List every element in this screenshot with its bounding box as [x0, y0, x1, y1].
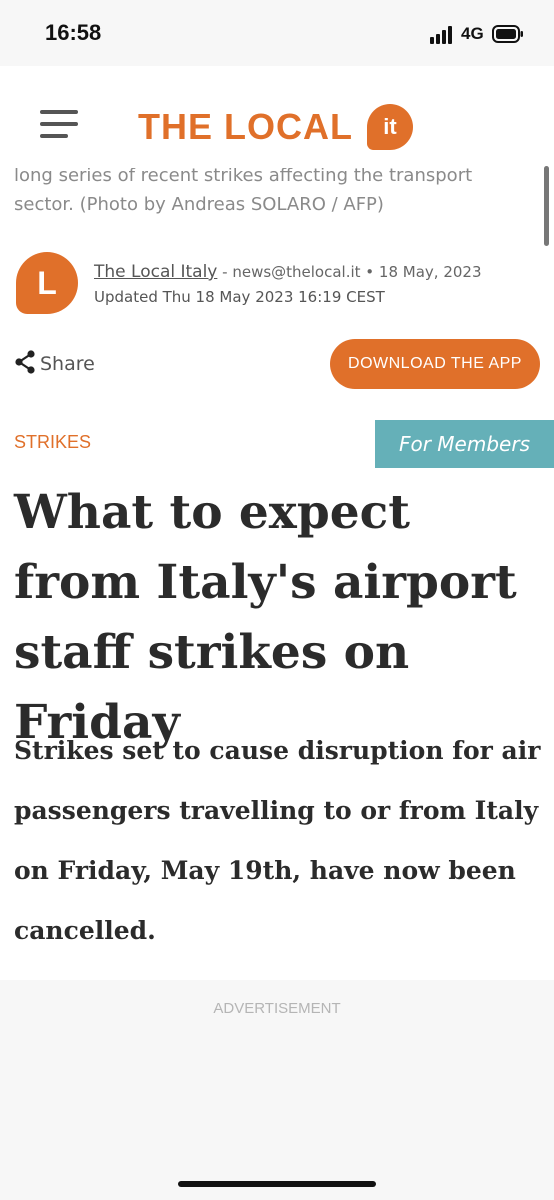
status-bar: 16:58 4G — [0, 0, 554, 66]
signal-icon — [430, 26, 456, 44]
logo-text: THE LOCAL — [138, 106, 353, 147]
updated-timestamp: Updated Thu 18 May 2023 16:19 CEST — [94, 288, 385, 306]
date-separator: • — [360, 263, 379, 281]
author-name-link[interactable]: The Local Italy — [94, 262, 217, 282]
photo-caption: long series of recent strikes affecting … — [14, 168, 534, 234]
share-button[interactable]: Share — [14, 350, 95, 378]
scroll-indicator[interactable] — [544, 166, 549, 246]
network-label: 4G — [461, 24, 484, 43]
article-standfirst: Strikes set to cause disruption for air … — [14, 736, 541, 945]
site-logo[interactable]: THE LOCAL it — [138, 102, 413, 152]
caption-line-2: sector. (Photo by Andreas SOLARO / AFP) — [14, 194, 384, 215]
author-avatar[interactable]: L — [16, 252, 78, 314]
download-app-button[interactable]: DOWNLOAD THE APP — [330, 339, 540, 389]
home-indicator[interactable] — [178, 1181, 376, 1187]
advertisement-label: ADVERTISEMENT — [213, 1000, 341, 1017]
share-label: Share — [40, 353, 95, 375]
status-time: 16:58 — [45, 20, 102, 45]
menu-button[interactable] — [40, 110, 78, 138]
battery-icon — [492, 24, 523, 44]
author-email[interactable]: news@thelocal.it — [232, 263, 360, 281]
article-headline: What to expect from Italy's airport staf… — [14, 485, 517, 750]
advertisement-area: ADVERTISEMENT — [0, 980, 554, 1200]
author-separator: - — [217, 263, 233, 281]
site-header: THE LOCAL it — [0, 66, 554, 170]
caption-line-1: long series of recent strikes affecting … — [14, 168, 473, 186]
logo-badge: it — [366, 104, 413, 150]
menu-icon — [40, 110, 78, 114]
share-icon — [14, 350, 36, 378]
members-tag: For Members — [375, 420, 554, 468]
category-link[interactable]: STRIKES — [14, 432, 91, 453]
author-line: The Local Italy - news@thelocal.it • 18 … — [94, 262, 482, 282]
article-page: 16:58 4G THE LOCAL it long series of rec… — [0, 0, 554, 1200]
publish-date: 18 May, 2023 — [378, 263, 482, 281]
